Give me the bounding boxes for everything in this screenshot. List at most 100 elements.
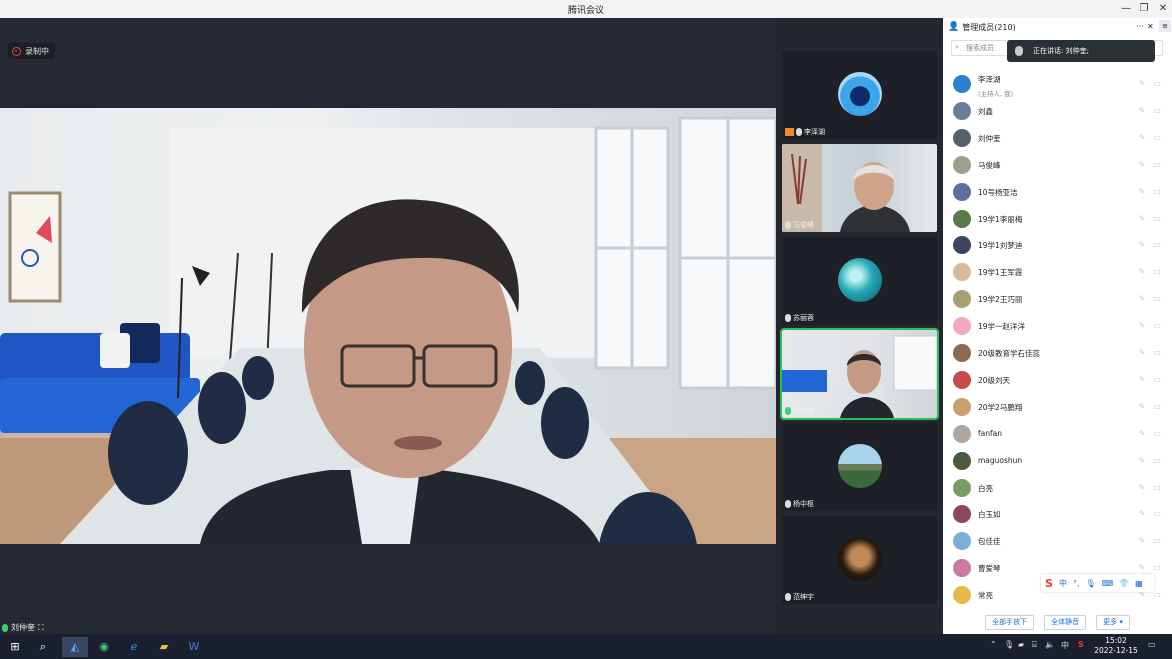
member-row[interactable]: 李泽湖 (主持人, 我) ✎ ▭ [943,71,1172,98]
panel-menu-icon[interactable]: ≡ [1159,20,1171,32]
wechat-icon[interactable]: ◉ [94,637,114,657]
file-explorer-icon[interactable]: ▰ [154,637,174,657]
main-video[interactable] [0,108,776,544]
member-row[interactable]: 19学1王军霞 ✎ ▭ [943,259,1172,286]
sogou-tray-icon[interactable]: S [1078,640,1084,649]
video-tile[interactable]: 马俊峰 [782,144,937,232]
member-row[interactable]: 刘仲奎 ✎ ▭ [943,125,1172,152]
camera-off-icon[interactable]: ▭ [1153,133,1161,143]
mic-muted-icon[interactable]: ✎ [1138,509,1146,519]
keyboard-icon[interactable]: ⌨ [1102,579,1114,588]
active-speaker-name: 刘仲奎 [11,623,35,632]
member-row[interactable]: 马俊峰 ✎ ▭ [943,152,1172,179]
camera-off-icon[interactable]: ▭ [1153,106,1161,116]
minimize-button[interactable]: — [1116,0,1136,18]
camera-off-icon[interactable]: ▭ [1153,79,1161,89]
member-row[interactable]: 刘鑫 ✎ ▭ [943,98,1172,125]
member-row[interactable]: fanfan ✎ ▭ [943,421,1172,448]
more-button[interactable]: 更多 ▾ [1096,614,1130,630]
mic-muted-icon[interactable]: ✎ [1138,563,1146,573]
mic-muted-icon[interactable]: ✎ [1138,160,1146,170]
word-icon[interactable]: W [184,637,204,657]
camera-off-icon[interactable]: ▭ [1153,348,1161,358]
camera-off-icon[interactable]: ▭ [1153,214,1161,224]
camera-off-icon[interactable]: ▭ [1153,240,1161,250]
member-row[interactable]: 19学1李丽梅 ✎ ▭ [943,206,1172,233]
member-row[interactable]: 包佳佳 ✎ ▭ [943,528,1172,555]
mute-all-button[interactable]: 全体静音 [1044,614,1087,630]
punctuation-icon[interactable]: °, [1073,579,1080,588]
camera-off-icon[interactable]: ▭ [1153,375,1161,385]
network-icon[interactable]: ⌸ [1032,640,1037,650]
camera-off-icon[interactable]: ▭ [1153,590,1161,600]
camera-off-icon[interactable]: ▭ [1153,187,1161,197]
member-row[interactable]: maguoshun ✎ ▭ [943,448,1172,475]
voice-input-icon[interactable]: 🎙 [1085,579,1095,588]
volume-icon[interactable]: 🔈 [1045,640,1055,649]
panel-more-button[interactable]: ··· [1136,22,1144,31]
member-row[interactable]: 19学一赵洋洋 ✎ ▭ [943,313,1172,340]
mic-muted-icon[interactable]: ✎ [1138,187,1146,197]
ime-mode[interactable]: 中 [1059,578,1067,589]
mic-muted-icon[interactable]: ✎ [1138,79,1146,89]
member-row[interactable]: 19学2王巧丽 ✎ ▭ [943,286,1172,313]
start-icon[interactable]: ⊞ [5,637,25,657]
mic-muted-icon[interactable]: ✎ [1138,106,1146,116]
toolbox-icon[interactable]: ▦ [1135,579,1143,588]
camera-off-icon[interactable]: ▭ [1153,563,1161,573]
mic-muted-icon[interactable]: ✎ [1138,294,1146,304]
camera-off-icon[interactable]: ▭ [1153,160,1161,170]
mic-tray-icon[interactable]: 🎙 [1004,640,1014,649]
camera-off-icon[interactable]: ▭ [1153,267,1161,277]
member-row[interactable]: 19学1刘梦迪 ✎ ▭ [943,232,1172,259]
restore-button[interactable]: ❐ [1134,0,1154,18]
skin-icon[interactable]: 👕 [1119,579,1129,588]
ime-indicator[interactable]: 中 [1061,640,1069,651]
member-row[interactable]: 20级刘天 ✎ ▭ [943,367,1172,394]
camera-off-icon[interactable]: ▭ [1153,509,1161,519]
mic-muted-icon[interactable]: ✎ [1138,214,1146,224]
camera-off-icon[interactable]: ▭ [1153,321,1161,331]
ie-icon[interactable]: ℯ [124,637,144,657]
camera-off-icon[interactable]: ▭ [1153,429,1161,439]
camera-off-icon[interactable]: ▭ [1153,456,1161,466]
camera-off-icon[interactable]: ▭ [1153,402,1161,412]
video-tile[interactable]: 苏丽蓉 [782,237,937,325]
mic-muted-icon[interactable]: ✎ [1138,133,1146,143]
recording-indicator[interactable]: 录制中 [8,43,55,59]
tencent-meeting-icon[interactable]: ◭ [62,637,88,657]
mic-muted-icon[interactable]: ✎ [1138,348,1146,358]
camera-off-icon[interactable]: ▭ [1153,294,1161,304]
member-row[interactable]: 20学2马鹏翔 ✎ ▭ [943,394,1172,421]
search-icon[interactable]: ⌕ [33,637,53,657]
mic-muted-icon[interactable]: ✎ [1138,483,1146,493]
video-tile-active[interactable]: 刘仲奎 [780,328,939,420]
ime-toolbar[interactable]: S 中 °, 🎙 ⌨ 👕 ▦ [1041,574,1154,592]
mic-muted-icon[interactable]: ✎ [1138,402,1146,412]
tray-folder-icon[interactable]: ▰ [1018,640,1024,649]
video-tile[interactable]: 李泽湖 [782,51,937,139]
mic-muted-icon[interactable]: ✎ [1138,536,1146,546]
mic-muted-icon[interactable]: ✎ [1138,375,1146,385]
close-button[interactable]: ✕ [1153,0,1172,18]
tray-expand-icon[interactable]: ⌃ [990,640,997,649]
mic-muted-icon[interactable]: ✎ [1138,267,1146,277]
camera-off-icon[interactable]: ▭ [1153,536,1161,546]
lower-all-hands-button[interactable]: 全部手放下 [985,614,1035,630]
member-row[interactable]: 10号杨亚洁 ✎ ▭ [943,179,1172,206]
video-tile[interactable]: 杨中枢 [782,423,937,511]
notification-icon[interactable]: ▭ [1148,640,1156,649]
avatar [953,317,971,336]
taskbar-clock[interactable]: 15:02 2022-12-15 [1094,636,1138,656]
mic-muted-icon[interactable]: ✎ [1138,240,1146,250]
mic-muted-icon[interactable]: ✎ [1138,456,1146,466]
member-row[interactable]: 20级教育学石佳蕊 ✎ ▭ [943,340,1172,367]
mic-muted-icon[interactable]: ✎ [1138,429,1146,439]
mic-muted-icon[interactable]: ✎ [1138,321,1146,331]
panel-close-button[interactable]: ✕ [1147,22,1154,31]
member-row[interactable]: 白亮 ✎ ▭ [943,475,1172,502]
member-row[interactable]: 白玉如 ✎ ▭ [943,501,1172,528]
camera-off-icon[interactable]: ▭ [1153,483,1161,493]
video-tile[interactable]: 范绅宇 [782,516,937,604]
member-name: 19学一赵洋洋 [978,322,1026,332]
